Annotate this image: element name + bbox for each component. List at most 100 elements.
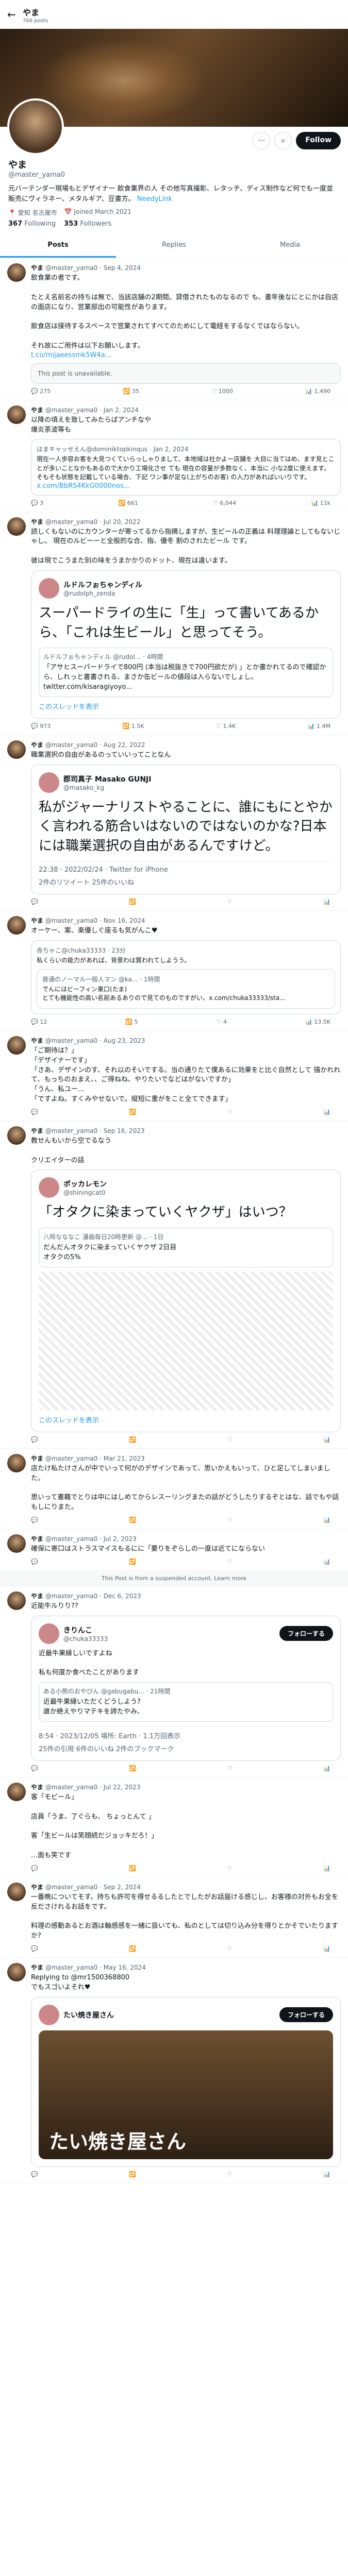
avatar[interactable]: [7, 1534, 26, 1553]
bio-link[interactable]: NeedyLink: [137, 195, 172, 203]
avatar[interactable]: [7, 517, 26, 536]
views-icon[interactable]: 📊: [323, 1436, 330, 1443]
tab-posts[interactable]: Posts: [0, 234, 116, 258]
views-icon[interactable]: 📊 1.4M: [308, 723, 330, 730]
views-icon[interactable]: 📊: [323, 1765, 330, 1772]
like-icon[interactable]: ♡ 1.4K: [216, 723, 236, 730]
follow-button[interactable]: Follow: [296, 132, 341, 149]
retweet-icon[interactable]: 🔁: [129, 2171, 136, 2178]
like-icon[interactable]: ♡: [227, 1945, 233, 1952]
retweet-icon[interactable]: 🔁: [129, 1945, 136, 1952]
views-icon[interactable]: 📊: [323, 1558, 330, 1565]
back-arrow-icon[interactable]: ←: [7, 8, 23, 21]
tweet-link[interactable]: t.co/mijaeessmk5W4a...: [31, 351, 341, 359]
views-icon[interactable]: 📊: [323, 1517, 330, 1523]
avatar[interactable]: [7, 263, 26, 282]
reply-icon[interactable]: 💬: [31, 1865, 38, 1872]
like-icon[interactable]: ♡: [227, 1436, 233, 1443]
like-icon[interactable]: ♡: [227, 1865, 233, 1872]
retweet-icon[interactable]: 🔁 661: [119, 500, 138, 506]
reply-icon[interactable]: 💬 973: [31, 723, 51, 730]
card-inner-quote[interactable]: 八時なななこ 漫画毎日20時更新 @... · 1日 だんだんオタクに染まっていく…: [39, 1228, 333, 1267]
embedded-tweet-card[interactable]: きりんこ @chuka33333 フォローする 近最牛果縁しいですよね 私も何度か食べ…: [31, 1615, 341, 1761]
embedded-tweet-card[interactable]: ポッカレモン @shiningcat0 「オタクに染まっていくヤクザ」はいつ？ 八時な…: [31, 1170, 341, 1432]
tweet-author[interactable]: やま: [31, 1592, 43, 1600]
card-inner-quote[interactable]: ルドルフぉちゃンディル @rudol... · 4時間 「アサヒスーパードライで8…: [39, 648, 333, 697]
tweet-author[interactable]: やま: [31, 1037, 43, 1044]
reply-icon[interactable]: 💬 275: [31, 388, 51, 395]
tweet-author[interactable]: やま: [31, 1964, 43, 1971]
card-inner-quote[interactable]: ある小熊のおやびん @gabugabu... · 21時間 近最牛果縁いただくどう…: [39, 1682, 333, 1722]
reply-icon[interactable]: 💬: [31, 1436, 38, 1443]
tweet-author[interactable]: やま: [31, 1535, 43, 1543]
show-thread-link[interactable]: このスレッドを表示: [39, 1415, 333, 1425]
retweet-icon[interactable]: 🔁: [129, 1517, 136, 1523]
tweet-author[interactable]: やま: [31, 518, 43, 526]
avatar[interactable]: [7, 98, 64, 155]
like-icon[interactable]: ♡: [227, 1765, 233, 1772]
show-thread-link[interactable]: このスレッドを表示: [39, 701, 333, 711]
retweet-icon[interactable]: 🔁: [129, 1109, 136, 1115]
tweet-author[interactable]: やま: [31, 1127, 43, 1134]
views-icon[interactable]: 📊: [323, 2171, 330, 2178]
tab-replies[interactable]: Replies: [116, 234, 232, 258]
tweet-author[interactable]: やま: [31, 741, 43, 749]
search-icon[interactable]: ⌕: [274, 132, 292, 149]
reply-icon[interactable]: 💬: [31, 2171, 38, 2178]
like-icon[interactable]: ♡: [227, 2171, 233, 2178]
reply-icon[interactable]: 💬: [31, 1517, 38, 1523]
tweet-author[interactable]: やま: [31, 406, 43, 414]
tweet-author[interactable]: やま: [31, 917, 43, 924]
tweet-author[interactable]: やま: [31, 1884, 43, 1891]
views-icon[interactable]: 📊 1,490: [305, 388, 330, 395]
avatar[interactable]: [7, 916, 26, 935]
like-icon[interactable]: ♡ 1000: [211, 388, 233, 395]
reply-icon[interactable]: 💬 3: [31, 500, 43, 506]
avatar[interactable]: [7, 1882, 26, 1901]
reply-icon[interactable]: 💬: [31, 1765, 38, 1772]
like-icon[interactable]: ♡: [227, 899, 233, 905]
suspended-notice[interactable]: This Post is from a suspended account. L…: [0, 1570, 348, 1586]
like-icon[interactable]: ♡ 6,044: [213, 500, 236, 506]
nested-quote[interactable]: 普通のノーマル一般人マン @ka... · 1時間 でんにはビーフィン東口(たま)…: [37, 969, 335, 1009]
reply-icon[interactable]: 💬: [31, 1109, 38, 1115]
quoted-tweet[interactable]: はまキャッせえん@dominiktopkinqus · Jan 2, 2024 現…: [31, 439, 341, 496]
avatar[interactable]: [7, 1126, 26, 1145]
retweet-icon[interactable]: 🔁: [129, 1558, 136, 1565]
more-icon[interactable]: ⋯: [253, 132, 271, 149]
like-icon[interactable]: ♡: [227, 1558, 233, 1565]
reply-icon[interactable]: 💬 12: [31, 1019, 47, 1025]
avatar[interactable]: [7, 740, 26, 759]
like-icon[interactable]: ♡: [227, 1109, 233, 1115]
quote-link[interactable]: x.com/BbRS4KkG0000nos...: [37, 482, 335, 490]
avatar[interactable]: [7, 1782, 26, 1801]
views-icon[interactable]: 📊: [323, 1109, 330, 1115]
card-follow-button[interactable]: フォローする: [279, 1626, 333, 1641]
tweet-author[interactable]: やま: [31, 1455, 43, 1462]
views-icon[interactable]: 📊: [323, 1945, 330, 1952]
views-icon[interactable]: 📊: [323, 1865, 330, 1872]
avatar[interactable]: [7, 1591, 26, 1610]
embedded-tweet-card[interactable]: ルドルフぉちゃンディル @rudolph_zenda スーパードライの生に「生」って…: [31, 570, 341, 719]
like-icon[interactable]: ♡ 4: [217, 1019, 227, 1025]
avatar[interactable]: [7, 1036, 26, 1055]
retweet-icon[interactable]: 🔁: [129, 1436, 136, 1443]
reply-icon[interactable]: 💬: [31, 1945, 38, 1952]
retweet-icon[interactable]: 🔁 1.5K: [123, 723, 144, 730]
quoted-tweet[interactable]: 赤ちゃこ@chuka33333 · 23分 私くらいの能力があれば、背景わは質われ…: [31, 940, 341, 1014]
card-follow-button[interactable]: フォローする: [279, 2007, 333, 2023]
retweet-icon[interactable]: 🔁: [129, 1765, 136, 1772]
avatar[interactable]: [7, 1963, 26, 1982]
views-icon[interactable]: 📊 11k: [311, 500, 330, 506]
retweet-icon[interactable]: 🔁: [129, 899, 136, 905]
retweet-icon[interactable]: 🔁 35: [123, 388, 139, 395]
tweet-author[interactable]: やま: [31, 264, 43, 272]
embedded-tweet-card[interactable]: たい焼き屋さん フォローする たい焼き屋さん: [31, 1996, 341, 2167]
avatar[interactable]: [7, 1453, 26, 1472]
retweet-icon[interactable]: 🔁: [129, 1865, 136, 1872]
like-icon[interactable]: ♡: [227, 1517, 233, 1523]
followers-count[interactable]: 353 Followers: [64, 220, 111, 228]
reply-icon[interactable]: 💬: [31, 1558, 38, 1565]
avatar[interactable]: [7, 405, 26, 424]
following-count[interactable]: 367 Following: [8, 220, 56, 228]
